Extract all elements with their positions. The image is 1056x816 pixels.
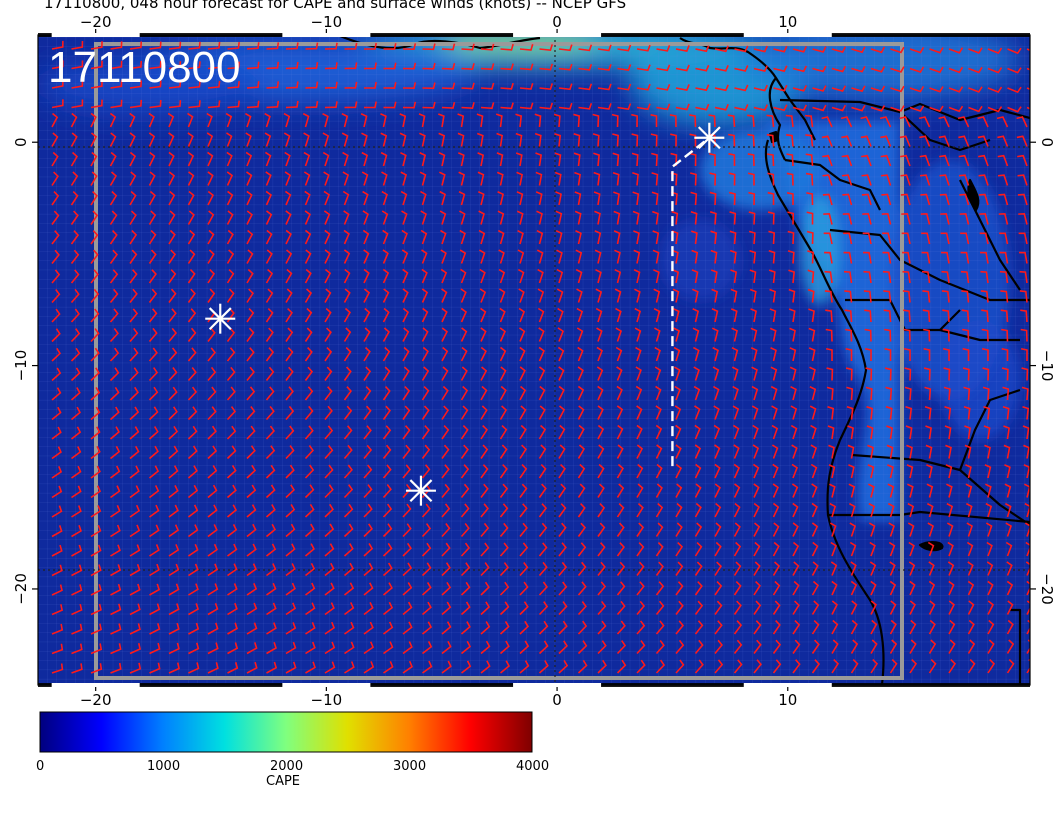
y-tick-label-right: −10 <box>1038 350 1056 382</box>
colorbar-tick-label: 3000 <box>393 759 427 774</box>
coastline-south-extension <box>882 684 884 685</box>
x-tick-label-bottom: −20 <box>80 691 112 709</box>
date-stamp: 17110800 <box>48 43 241 92</box>
x-tick-label-bottom: 0 <box>552 691 562 709</box>
x-tick-label-top: 10 <box>778 13 797 31</box>
position-marker-star-3 <box>405 475 436 506</box>
x-tick-label-top: −10 <box>311 13 343 31</box>
x-tick-label-top: −20 <box>80 13 112 31</box>
fine-grid <box>38 35 1030 685</box>
y-tick-label-left: −10 <box>12 350 30 382</box>
y-tick-label-left: −20 <box>12 573 30 605</box>
colorbar-tick-label: 1000 <box>147 759 181 774</box>
y-tick-label-right: 0 <box>1038 137 1056 147</box>
colorbar-tick-label: 0 <box>36 759 45 774</box>
colorbar-tick-label: 2000 <box>270 759 304 774</box>
y-tick-label-right: −20 <box>1038 573 1056 605</box>
map-panel: −20 −20 −10 −10 0 0 10 10 0 0 −10 −10 −20 −20 1711080… <box>12 13 1056 709</box>
x-tick-label-bottom: 10 <box>778 691 797 709</box>
y-tick-label-left: 0 <box>12 137 30 147</box>
position-marker-star-2 <box>205 303 236 334</box>
colorbar-label: CAPE <box>266 774 301 789</box>
position-marker-star-1 <box>694 122 725 153</box>
x-tick-label-bottom: −10 <box>311 691 343 709</box>
island-bioko <box>768 130 780 144</box>
x-tick-label-top: 0 <box>552 13 562 31</box>
colorbar-tick-label: 4000 <box>516 759 550 774</box>
